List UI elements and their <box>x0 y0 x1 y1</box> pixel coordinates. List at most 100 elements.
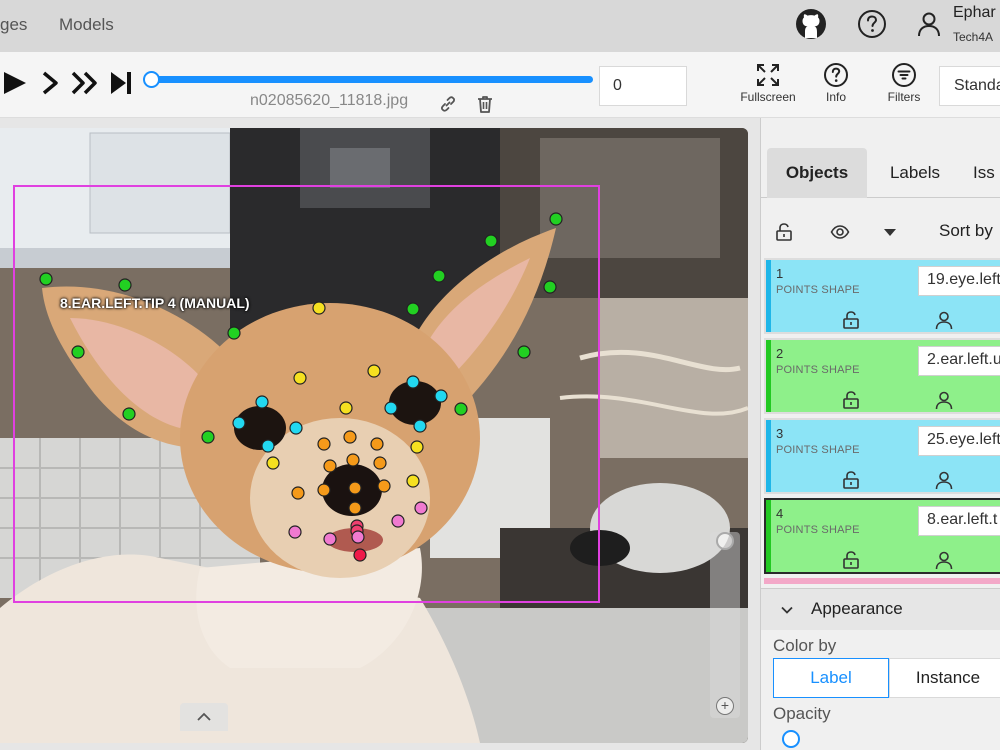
keypoint[interactable] <box>312 301 326 315</box>
keypoints-overlay[interactable] <box>0 128 748 743</box>
color-by-label-option[interactable]: Label <box>773 658 889 698</box>
object-item[interactable]: 2 POINTS SHAPE 2.ear.left.u <box>764 338 1000 414</box>
keypoint[interactable] <box>255 395 269 409</box>
keypoint[interactable] <box>406 375 420 389</box>
tab-labels[interactable]: Labels <box>877 148 953 198</box>
keypoint[interactable] <box>373 456 387 470</box>
keypoint[interactable] <box>201 430 215 444</box>
object-label-select[interactable]: 19.eye.left <box>918 266 1000 296</box>
caret-down-icon[interactable] <box>880 222 900 242</box>
keypoint[interactable] <box>454 402 468 416</box>
keypoint[interactable] <box>406 474 420 488</box>
nav-link-images[interactable]: ges <box>0 15 27 35</box>
frame-slider-handle[interactable] <box>143 71 160 88</box>
user-icon[interactable] <box>915 10 943 38</box>
user-icon[interactable] <box>934 470 954 490</box>
workspace-select[interactable]: Standa <box>939 66 1000 106</box>
object-item[interactable]: 1 POINTS SHAPE 19.eye.left <box>764 258 1000 334</box>
forward-step-icon[interactable] <box>70 68 100 98</box>
unlock-icon[interactable] <box>841 390 861 410</box>
zoom-in-icon[interactable]: + <box>716 697 734 715</box>
keypoint[interactable] <box>384 401 398 415</box>
keypoint[interactable] <box>323 532 337 546</box>
fullscreen-button[interactable]: Fullscreen <box>733 62 803 104</box>
keypoint[interactable] <box>549 212 563 226</box>
keypoint[interactable] <box>266 456 280 470</box>
user-icon[interactable] <box>934 550 954 570</box>
keypoint[interactable] <box>377 479 391 493</box>
info-button[interactable]: Info <box>801 62 871 104</box>
keypoint[interactable] <box>484 234 498 248</box>
eye-icon[interactable] <box>830 222 850 242</box>
collapse-panel-button[interactable] <box>180 703 228 731</box>
keypoint[interactable] <box>232 416 246 430</box>
top-header: ges Models Ephar Tech4A <box>0 0 1000 52</box>
keypoint[interactable] <box>317 437 331 451</box>
object-label-select[interactable]: 25.eye.left <box>918 426 1000 456</box>
frame-slider[interactable] <box>150 76 593 83</box>
object-id: 3 <box>776 426 784 441</box>
frame-number-input[interactable] <box>599 66 687 106</box>
copy-link-icon[interactable] <box>438 94 458 114</box>
keypoint[interactable] <box>414 501 428 515</box>
keypoint[interactable] <box>517 345 531 359</box>
keypoint[interactable] <box>351 530 365 544</box>
keypoint[interactable] <box>346 453 360 467</box>
unlock-icon[interactable] <box>841 470 861 490</box>
delete-frame-icon[interactable] <box>475 94 495 114</box>
keypoint[interactable] <box>323 459 337 473</box>
user-name[interactable]: Ephar <box>953 4 996 22</box>
keypoint[interactable] <box>410 440 424 454</box>
keypoint[interactable] <box>339 401 353 415</box>
keypoint[interactable] <box>434 389 448 403</box>
object-label-select[interactable]: 8.ear.left.t <box>918 506 1000 536</box>
opacity-slider-handle[interactable] <box>782 730 800 748</box>
unlock-icon[interactable] <box>841 550 861 570</box>
user-icon[interactable] <box>934 310 954 330</box>
zoom-slider[interactable] <box>710 532 740 718</box>
keypoint[interactable] <box>348 501 362 515</box>
keypoint[interactable] <box>317 483 331 497</box>
last-frame-icon[interactable] <box>106 68 136 98</box>
sort-by-label[interactable]: Sort by <box>939 221 993 241</box>
object-item-active[interactable]: 4 POINTS SHAPE 8.ear.left.t <box>764 498 1000 574</box>
keypoint[interactable] <box>71 345 85 359</box>
question-circle-icon[interactable] <box>856 8 888 40</box>
tab-issues[interactable]: Iss <box>973 148 1000 198</box>
keypoint[interactable] <box>432 269 446 283</box>
keypoint[interactable] <box>370 437 384 451</box>
filters-button[interactable]: Filters <box>869 62 939 104</box>
keypoint[interactable] <box>122 407 136 421</box>
object-item[interactable]: 3 POINTS SHAPE 25.eye.left <box>764 418 1000 494</box>
annotation-canvas[interactable]: 8.EAR.LEFT.TIP 4 (MANUAL) + <box>0 118 760 750</box>
play-icon[interactable] <box>0 68 30 98</box>
keypoint[interactable] <box>353 548 367 562</box>
keypoint[interactable] <box>543 280 557 294</box>
user-icon[interactable] <box>934 390 954 410</box>
keypoint[interactable] <box>288 525 302 539</box>
keypoint[interactable] <box>291 486 305 500</box>
keypoint[interactable] <box>261 439 275 453</box>
object-label-select[interactable]: 2.ear.left.u <box>918 346 1000 376</box>
zoom-slider-handle[interactable] <box>716 532 734 550</box>
next-frame-icon[interactable] <box>36 68 66 98</box>
unlock-icon[interactable] <box>774 222 794 242</box>
keypoint[interactable] <box>367 364 381 378</box>
keypoint[interactable] <box>39 272 53 286</box>
keypoint[interactable] <box>406 302 420 316</box>
keypoint[interactable] <box>413 419 427 433</box>
keypoint[interactable] <box>227 326 241 340</box>
keypoint[interactable] <box>348 481 362 495</box>
nav-link-models[interactable]: Models <box>59 15 114 35</box>
tab-objects[interactable]: Objects <box>767 148 867 198</box>
bounding-box[interactable] <box>13 185 600 603</box>
keypoint[interactable] <box>391 514 405 528</box>
keypoint[interactable] <box>118 278 132 292</box>
keypoint[interactable] <box>293 371 307 385</box>
keypoint[interactable] <box>343 430 357 444</box>
appearance-section-header[interactable]: Appearance <box>761 588 1000 630</box>
github-icon[interactable] <box>795 8 827 40</box>
color-by-instance-option[interactable]: Instance <box>889 658 1000 698</box>
keypoint[interactable] <box>289 421 303 435</box>
unlock-icon[interactable] <box>841 310 861 330</box>
